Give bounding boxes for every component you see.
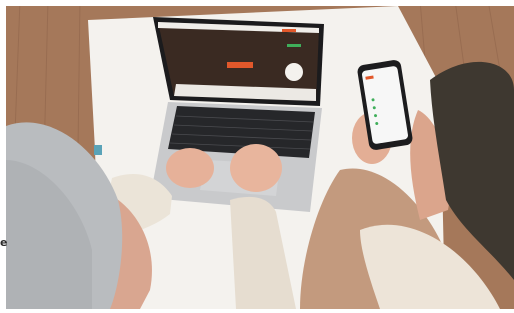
screen-brand-button: [282, 29, 296, 32]
frame-left: [0, 0, 6, 309]
left-hand: [166, 148, 214, 188]
screen-status-green: [287, 44, 301, 47]
cropped-edge-glyph: e: [0, 236, 8, 249]
blue-accent: [94, 145, 102, 155]
screen-hero-button: [227, 62, 253, 68]
photo-illustration: [0, 0, 514, 309]
screen-badge: [285, 63, 303, 81]
left-hand-2: [230, 144, 282, 192]
frame-top: [0, 0, 514, 6]
photo-scene: e: [0, 0, 514, 309]
